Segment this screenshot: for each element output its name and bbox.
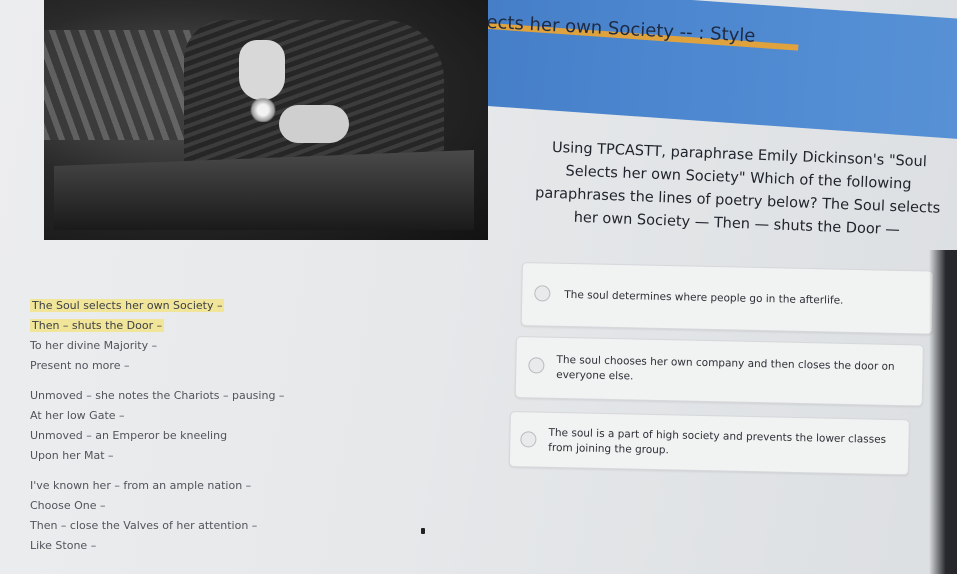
radio-button-icon[interactable] [520,431,537,448]
highlighted-line: The Soul selects her own Society – [30,299,225,312]
photo-table [54,150,474,230]
answer-option-3[interactable]: The soul is a part of high society and p… [508,411,910,476]
poem-line: Unmoved – she notes the Chariots – pausi… [30,389,285,402]
poem-line: Then – close the Valves of her attention… [30,519,258,532]
photo-hand [239,40,285,100]
answer-text: The soul is a part of high society and p… [548,426,887,457]
poem-line: Then – shuts the Door – [30,316,330,336]
poem-line: At her low Gate – [30,409,125,422]
poem-line: I've known her – from an ample nation – [30,479,252,492]
radio-button-icon[interactable] [528,357,545,374]
poem-line: Choose One – [30,499,106,512]
screen-edge [929,250,957,574]
highlighted-line: Then – shuts the Door – [30,319,165,332]
poem-line: The Soul selects her own Society – [30,296,330,316]
photo-hand [279,105,349,143]
answer-option-1[interactable]: The soul determines where people go in t… [520,262,934,335]
poem-line: To her divine Majority – [30,339,158,352]
answer-text: The soul chooses her own company and the… [556,353,895,383]
poem-line: Unmoved – an Emperor be kneeling [30,429,228,442]
poem-line: Like Stone – [30,539,97,552]
photo-flower [249,98,277,122]
poem-line: Present no more – [30,359,130,372]
answer-text: The soul determines where people go in t… [564,288,844,307]
portrait-photo [44,0,488,240]
poem-text: The Soul selects her own Society – Then … [30,296,330,556]
answer-option-2[interactable]: The soul chooses her own company and the… [514,336,924,407]
radio-button-icon[interactable] [534,285,551,302]
mouse-pointer-icon [421,528,425,534]
poem-line: Upon her Mat – [30,449,114,462]
question-text: Using TPCASTT, paraphrase Emily Dickinso… [534,139,941,239]
